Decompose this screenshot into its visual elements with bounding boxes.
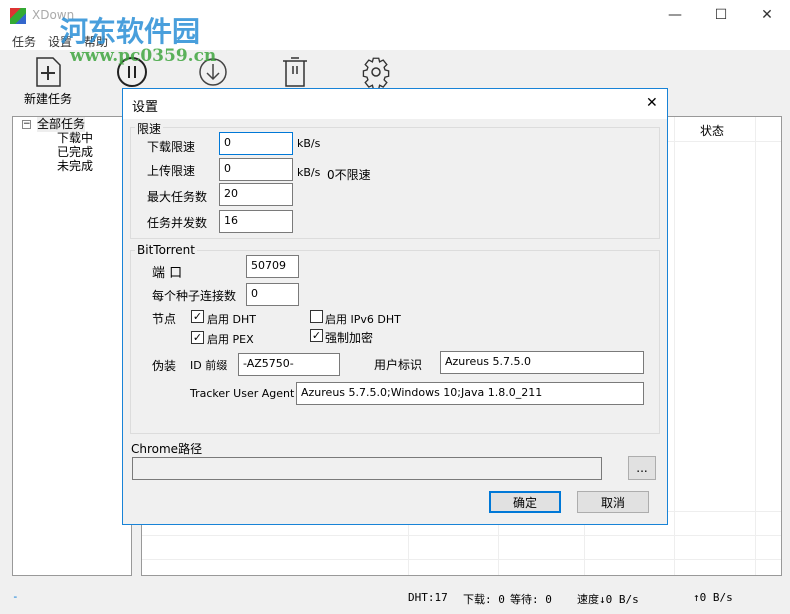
nodes-label: 节点 [152, 312, 177, 326]
minimize-button[interactable]: — [652, 0, 698, 30]
download-limit-label: 下载限速 [147, 140, 196, 154]
max-tasks-label: 最大任务数 [147, 190, 208, 204]
download-limit-input[interactable]: 0 [219, 132, 293, 155]
app-icon [10, 8, 26, 24]
settings-button[interactable] [344, 56, 408, 88]
tree-item-completed[interactable]: 已完成 [57, 145, 93, 160]
browse-button[interactable]: ... [628, 456, 656, 480]
upload-limit-input[interactable]: 0 [219, 158, 293, 181]
connections-input[interactable]: 0 [246, 283, 299, 306]
speed-limit-legend: 限速 [135, 120, 164, 137]
concurrency-input[interactable]: 16 [219, 210, 293, 233]
ok-button[interactable]: 确定 [489, 491, 561, 513]
max-tasks-input[interactable]: 20 [219, 183, 293, 206]
status-waiting: 等待: 0 [510, 593, 552, 606]
id-prefix-label: ID 前缀 [190, 359, 228, 372]
user-id-label: 用户标识 [374, 358, 423, 372]
unlimited-hint: 0不限速 [327, 168, 371, 182]
chrome-path-input[interactable] [132, 457, 602, 480]
force-encryption-checkbox[interactable]: ✓ [310, 329, 323, 342]
tree-item-downloading[interactable]: 下载中 [57, 131, 93, 146]
concurrency-label: 任务并发数 [147, 216, 208, 230]
tracker-ua-input[interactable]: Azureus 5.7.5.0;Windows 10;Java 1.8.0_21… [296, 382, 644, 405]
tree-item-all[interactable]: 全部任务 [37, 117, 86, 132]
dht-label: 启用 DHT [207, 313, 256, 326]
task-tree: − 全部任务 下载中 已完成 未完成 [12, 116, 132, 576]
delete-button[interactable] [263, 56, 327, 88]
port-input[interactable]: 50709 [246, 255, 299, 278]
status-indicator: - [12, 590, 19, 603]
cancel-button[interactable]: 取消 [577, 491, 649, 513]
force-encryption-label: 强制加密 [325, 331, 374, 345]
status-dht: DHT:17 [408, 591, 448, 604]
status-down-speed: 速度↓0 B/s [577, 593, 639, 606]
status-downloading: 下载: 0 [463, 593, 505, 606]
close-window-button[interactable]: ✕ [744, 0, 790, 30]
upload-limit-unit: kB/s [297, 166, 321, 179]
dialog-title: 设置 [132, 100, 159, 115]
chrome-path-label: Chrome路径 [131, 442, 203, 456]
download-limit-unit: kB/s [297, 137, 321, 150]
gear-icon [362, 57, 390, 88]
user-id-input[interactable]: Azureus 5.7.5.0 [440, 351, 644, 374]
pex-checkbox[interactable]: ✓ [191, 331, 204, 344]
settings-dialog: 设置 ✕ 限速 下载限速 0 kB/s 上传限速 0 kB/s 0不限速 最大任… [122, 88, 668, 525]
ipv6-dht-label: 启用 IPv6 DHT [325, 313, 401, 326]
dialog-close-icon[interactable]: ✕ [646, 95, 658, 111]
trash-icon [283, 57, 307, 87]
watermark-name: 河东软件园 [60, 15, 201, 48]
port-label: 端 口 [152, 266, 183, 281]
ipv6-dht-checkbox[interactable] [310, 310, 323, 323]
new-file-icon [36, 57, 61, 87]
disguise-label: 伪装 [152, 359, 177, 373]
menu-task[interactable]: 任务 [12, 33, 36, 50]
new-task-label: 新建任务 [23, 92, 72, 106]
watermark-url: www.pc0359.cn [70, 46, 217, 66]
column-header-status[interactable]: 状态 [700, 122, 724, 139]
upload-limit-label: 上传限速 [147, 164, 196, 178]
dht-checkbox[interactable]: ✓ [191, 310, 204, 323]
bittorrent-legend: BitTorrent [135, 243, 197, 257]
tree-item-incomplete[interactable]: 未完成 [57, 159, 93, 174]
tree-collapse-icon[interactable]: − [22, 120, 31, 129]
connections-label: 每个种子连接数 [152, 289, 237, 303]
maximize-button[interactable]: ☐ [698, 0, 744, 30]
tracker-ua-label: Tracker User Agent [190, 387, 295, 400]
speed-limit-group: 限速 [130, 120, 660, 239]
id-prefix-input[interactable]: -AZ5750- [238, 353, 340, 376]
status-bar: - DHT:17 下载: 0 等待: 0 速度↓0 B/s ↑0 B/s [0, 586, 790, 608]
dialog-title-bar: 设置 ✕ [123, 89, 667, 119]
status-up-speed: ↑0 B/s [693, 591, 733, 604]
pex-label: 启用 PEX [207, 333, 254, 346]
